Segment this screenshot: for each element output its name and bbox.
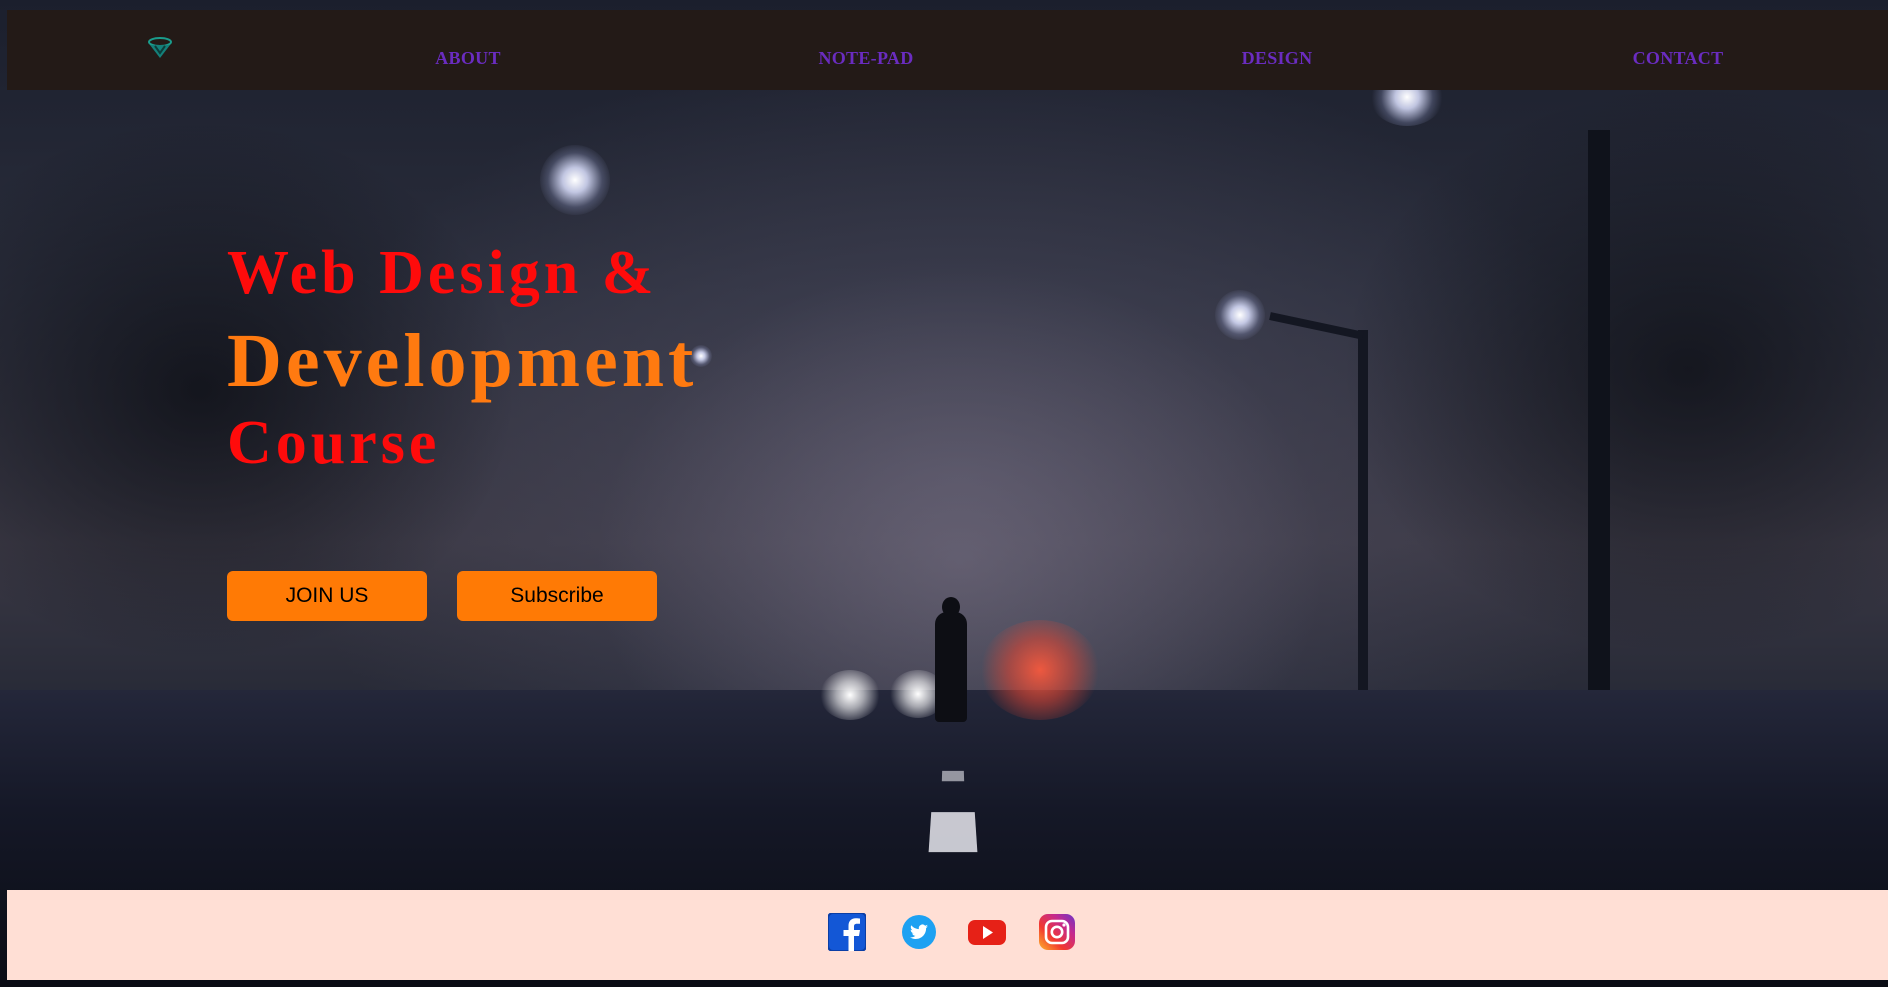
nav-link-about[interactable]: ABOUT	[435, 48, 501, 69]
hero-title-line-2: Development	[227, 319, 698, 403]
road-marking	[928, 812, 978, 853]
youtube-icon[interactable]	[967, 913, 1006, 951]
nav-link-design[interactable]: DESIGN	[1242, 48, 1313, 69]
join-us-button[interactable]: JOIN US	[227, 571, 427, 621]
person-silhouette	[935, 612, 967, 722]
street-lamp-light	[540, 145, 610, 215]
hero-title-line-3: Course	[227, 409, 441, 477]
street-lamp-pole	[1358, 330, 1368, 690]
hero-title-line-1: Web Design &	[227, 239, 658, 307]
street-lamp-light	[1215, 290, 1265, 340]
brand-logo-icon[interactable]	[147, 36, 173, 60]
trees-right	[1128, 90, 1888, 710]
page: ABOUT NOTE-PAD DESIGN CONTACT Web Design…	[0, 0, 1888, 987]
navbar: ABOUT NOTE-PAD DESIGN CONTACT	[7, 10, 1888, 90]
road-marking	[941, 770, 965, 782]
footer	[7, 890, 1888, 980]
tree-trunk	[1588, 130, 1610, 690]
nav-link-contact[interactable]: CONTACT	[1633, 48, 1724, 69]
facebook-icon[interactable]	[827, 912, 867, 952]
subscribe-button[interactable]: Subscribe	[457, 571, 657, 621]
instagram-icon[interactable]	[1038, 913, 1076, 951]
headlight	[820, 670, 880, 720]
twitter-icon[interactable]	[900, 913, 938, 951]
hero-background-image	[0, 0, 1888, 987]
nav-link-note-pad[interactable]: NOTE-PAD	[818, 48, 913, 69]
tail-light-glow	[980, 620, 1100, 720]
